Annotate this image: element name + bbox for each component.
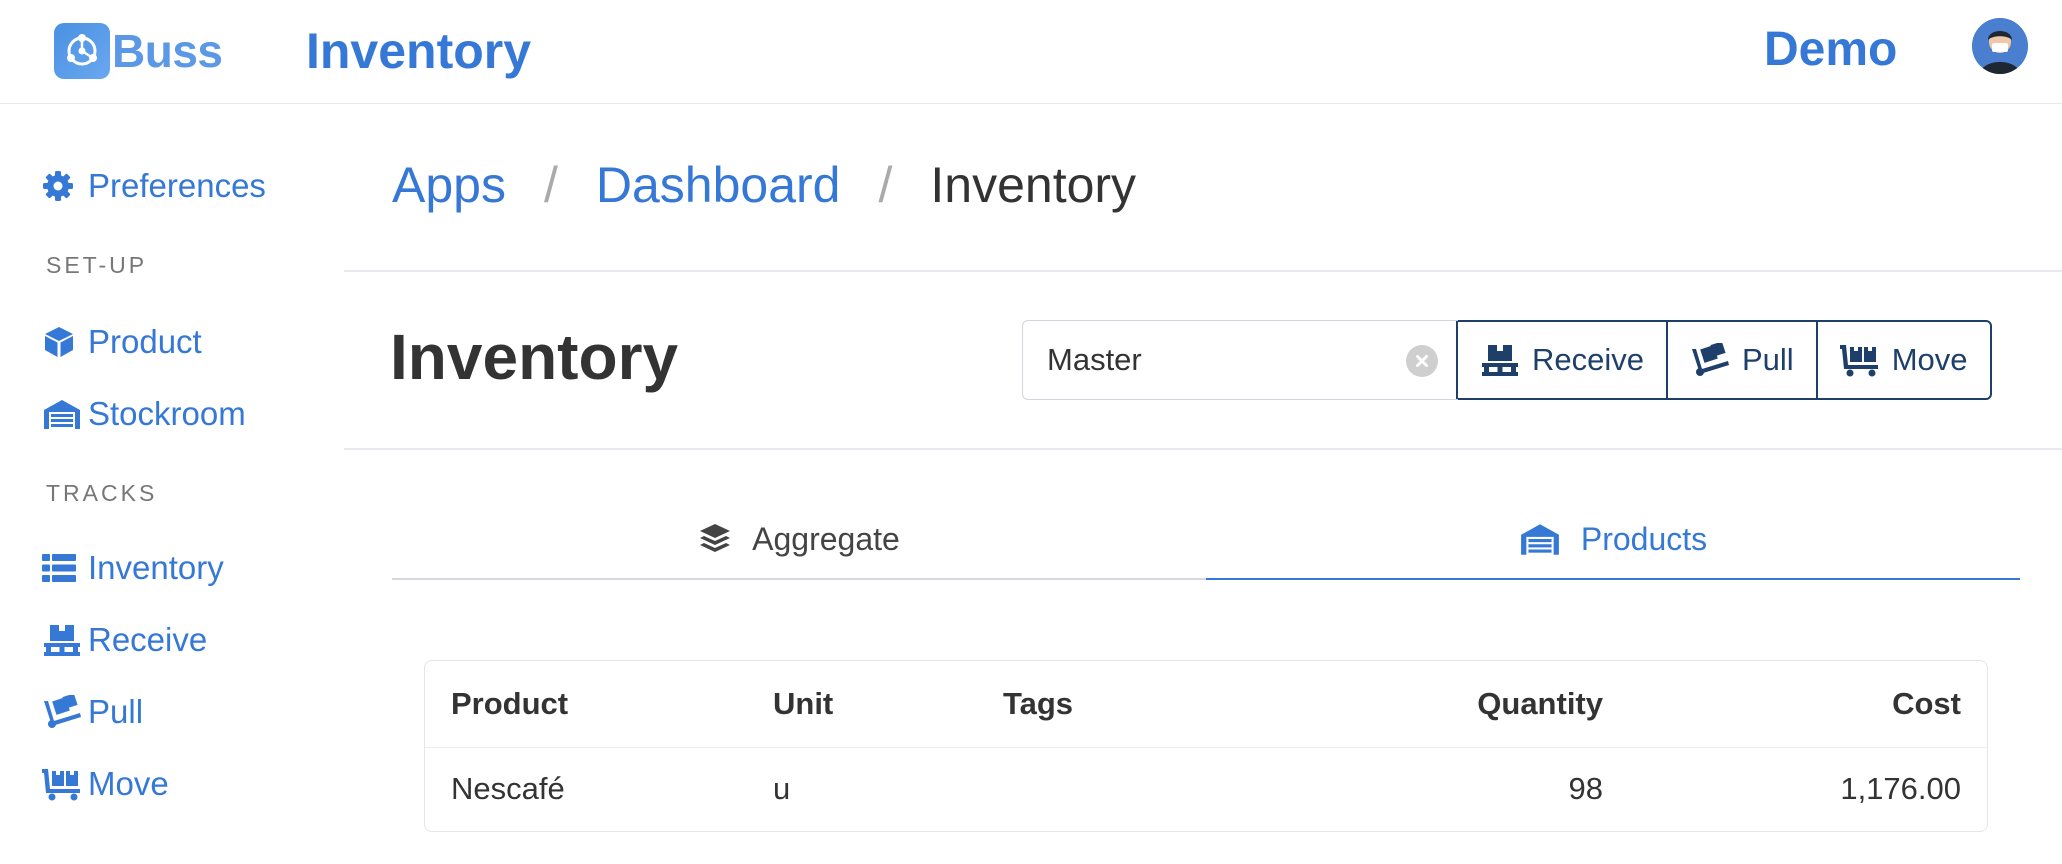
logo-icon (54, 23, 110, 79)
sidebar: Preferences SET-UP Product Stockroom TRA… (0, 104, 344, 864)
sidebar-item-label: Preferences (88, 167, 266, 204)
gear-icon (42, 168, 82, 204)
tab-label: Products (1580, 520, 1708, 557)
divider (344, 270, 2062, 272)
avatar[interactable] (1972, 18, 2028, 74)
table-row[interactable]: Nescafé u 98 1,176.00 (425, 747, 1987, 831)
tab-aggregate[interactable]: Aggregate (392, 500, 1206, 580)
breadcrumb-apps[interactable]: Apps (392, 156, 506, 214)
logo-text: Buss (112, 25, 223, 77)
sidebar-item-receive[interactable]: Receive (42, 618, 207, 662)
breadcrumb-separator: / (878, 157, 893, 213)
sidebar-item-pull[interactable]: Pull (42, 690, 143, 734)
breadcrumb: Apps / Dashboard / Inventory (392, 150, 1136, 220)
cell-cost: 1,176.00 (1840, 771, 1961, 807)
table-header-row: Product Unit Tags Quantity Cost (425, 661, 1987, 748)
receive-button-label: Receive (1532, 342, 1644, 377)
pull-button[interactable]: Pull (1666, 320, 1818, 400)
pallet-icon (1480, 343, 1520, 377)
divider (344, 448, 2062, 450)
sidebar-item-label: Inventory (88, 549, 224, 586)
cube-icon (42, 324, 82, 360)
toolbar: Receive Pull (1022, 320, 1992, 400)
dolly-icon (1690, 343, 1730, 377)
app-title[interactable]: Inventory (306, 22, 531, 80)
clear-icon[interactable] (1406, 345, 1438, 377)
tab-products[interactable]: Products (1206, 500, 2020, 580)
sidebar-item-label: Product (88, 323, 202, 360)
sidebar-item-label: Receive (88, 621, 208, 658)
receive-button[interactable]: Receive (1456, 320, 1668, 400)
sidebar-item-preferences[interactable]: Preferences (42, 164, 266, 208)
cell-product: Nescafé (451, 771, 565, 807)
sidebar-item-stockroom[interactable]: Stockroom (42, 392, 246, 436)
pallet-icon (42, 622, 82, 658)
breadcrumb-current: Inventory (930, 157, 1137, 213)
cell-quantity: 98 (1568, 771, 1603, 807)
tab-bar: Aggregate Products (392, 500, 2020, 580)
breadcrumb-separator: / (543, 157, 558, 213)
logo[interactable]: Buss (54, 22, 223, 80)
sidebar-item-label: Stockroom (88, 395, 246, 432)
move-button[interactable]: Move (1815, 320, 1992, 400)
sidebar-item-product[interactable]: Product (42, 320, 202, 364)
column-header-cost[interactable]: Cost (1603, 661, 1987, 748)
sidebar-section-tracks: TRACKS (46, 480, 158, 506)
move-button-label: Move (1891, 342, 1968, 377)
sidebar-item-label: Move (88, 765, 169, 802)
column-header-quantity[interactable]: Quantity (1303, 661, 1603, 748)
sidebar-section-setup: SET-UP (46, 252, 148, 278)
column-header-unit[interactable]: Unit (773, 661, 1003, 748)
stockroom-input[interactable] (1047, 342, 1377, 378)
cart-icon (1839, 343, 1880, 377)
user-name[interactable]: Demo (1764, 22, 1897, 77)
cell-unit: u (773, 771, 791, 807)
column-header-tags[interactable]: Tags (1003, 661, 1303, 748)
stockroom-select[interactable] (1022, 320, 1458, 400)
warehouse-icon (42, 396, 82, 432)
column-header-product[interactable]: Product (425, 661, 773, 748)
products-table: Product Unit Tags Quantity Cost Nescafé … (424, 660, 1988, 832)
warehouse-icon (1519, 522, 1561, 556)
tab-label: Aggregate (752, 520, 900, 557)
cell-tags (1003, 747, 1303, 831)
layers-icon (698, 522, 732, 556)
sidebar-item-inventory[interactable]: Inventory (42, 546, 224, 590)
dolly-icon (42, 694, 82, 730)
cart-icon (42, 766, 82, 802)
pull-button-label: Pull (1742, 342, 1794, 377)
breadcrumb-dashboard[interactable]: Dashboard (596, 156, 841, 214)
page-title: Inventory (390, 321, 679, 393)
sidebar-item-label: Pull (88, 693, 144, 730)
list-icon (42, 550, 82, 586)
top-bar: Buss Inventory Demo (0, 0, 2062, 104)
sidebar-item-move[interactable]: Move (42, 762, 169, 806)
